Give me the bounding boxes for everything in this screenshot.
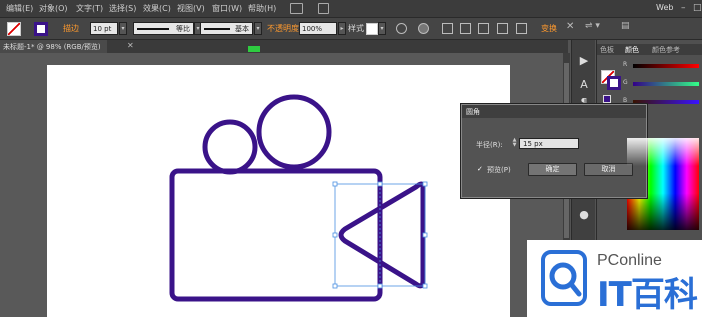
style-swatch[interactable] xyxy=(366,23,378,35)
dialog-title[interactable]: 圆角 xyxy=(462,105,646,118)
ok-button[interactable]: 确定 xyxy=(528,163,577,176)
round-corners-dialog: 圆角 半径(R): ▲ ▼ 15 px ✓ 预览(P) 确定 取消 xyxy=(461,104,647,198)
stroke-swatch[interactable] xyxy=(34,22,48,36)
selection-handle xyxy=(422,232,428,238)
workspace-switcher[interactable]: Web xyxy=(656,3,673,12)
channel-g-label: G xyxy=(623,79,628,86)
selection-handle xyxy=(377,283,383,289)
selection-handle xyxy=(332,232,338,238)
panel-stroke-swatch[interactable] xyxy=(607,76,621,90)
menu-view[interactable]: 视图(V) xyxy=(177,3,205,14)
control-bar: 描边 10 pt ▾ 等比 ▾ 基本 ▾ 不透明度 100% ▸ 样式 ▾ 变换… xyxy=(0,18,702,40)
opacity-dropdown[interactable]: ▸ xyxy=(338,22,346,35)
tab-color-guide[interactable]: 颜色参考 xyxy=(652,45,680,55)
fill-swatch[interactable] xyxy=(7,22,21,36)
cancel-button[interactable]: 取消 xyxy=(584,163,633,176)
radius-stepper[interactable]: ▲ ▼ xyxy=(511,138,518,149)
align-center-icon[interactable] xyxy=(460,23,471,34)
opacity-field[interactable]: 100% xyxy=(299,22,337,35)
transform-label[interactable]: 变换 xyxy=(541,23,557,34)
document-tab-strip: 未标题-1* @ 98% (RGB/预览) ✕ xyxy=(0,40,568,53)
radius-input[interactable]: 15 px xyxy=(519,138,579,149)
channel-r-slider[interactable] xyxy=(633,64,699,68)
recolor-icon[interactable] xyxy=(396,23,407,34)
selection-handle xyxy=(422,283,428,289)
channel-g-slider[interactable] xyxy=(633,82,699,86)
selection-handle xyxy=(422,181,428,187)
menu-bar: 编辑(E) 对象(O) 文字(T) 选择(S) 效果(C) 视图(V) 窗口(W… xyxy=(0,0,702,18)
profile-1-label: 等比 xyxy=(176,25,190,33)
stroke-weight-dropdown[interactable]: ▾ xyxy=(119,22,127,35)
minimize-icon[interactable]: – xyxy=(681,3,686,13)
stroke-weight-field[interactable]: 10 pt xyxy=(90,22,118,35)
menu-type[interactable]: 文字(T) xyxy=(76,3,103,14)
current-color-chip[interactable] xyxy=(603,95,611,103)
selection-handle xyxy=(332,181,338,187)
stroke-label[interactable]: 描边 xyxy=(63,23,79,34)
panel-menu-icon[interactable]: ⇌ ▾ xyxy=(585,21,600,31)
brush-definition[interactable]: 基本 xyxy=(200,22,253,35)
preview-label: 预览(P) xyxy=(487,166,511,174)
selection-handle xyxy=(332,283,338,289)
style-label: 样式 xyxy=(348,24,364,33)
preview-checkbox[interactable]: ✓ xyxy=(477,165,483,173)
selection-handle xyxy=(377,181,383,187)
menu-object[interactable]: 对象(O) xyxy=(39,3,68,14)
align-left-icon[interactable] xyxy=(442,23,453,34)
radius-label: 半径(R): xyxy=(476,141,503,149)
menu-window[interactable]: 窗口(W) xyxy=(212,3,242,14)
menu-help[interactable]: 帮助(H) xyxy=(248,3,276,14)
options-icon[interactable]: ▤ xyxy=(621,21,630,31)
align-middle-icon[interactable] xyxy=(516,23,527,34)
close-tab-icon[interactable]: ✕ xyxy=(127,41,134,50)
small-reel-circle xyxy=(202,119,258,175)
large-reel-circle xyxy=(256,94,332,170)
bridge-icon[interactable] xyxy=(290,3,303,14)
transform-each-icon[interactable]: ✕ xyxy=(566,21,574,32)
style-dropdown[interactable]: ▾ xyxy=(378,22,386,35)
close-icon[interactable]: □ xyxy=(693,3,702,13)
menu-select[interactable]: 选择(S) xyxy=(109,3,136,14)
play-icon[interactable]: ▶ xyxy=(576,54,592,68)
opacity-label[interactable]: 不透明度 xyxy=(267,23,299,34)
align-top-icon[interactable] xyxy=(497,23,508,34)
channel-r-label: R xyxy=(623,61,628,68)
tab-color[interactable]: 颜色 xyxy=(625,45,639,55)
panel-tabs: 色板 颜色 颜色参考 xyxy=(597,44,702,55)
profile-2-label: 基本 xyxy=(235,25,249,33)
align-right-icon[interactable] xyxy=(478,23,489,34)
watermark-name: IT百科 xyxy=(597,275,698,315)
camera-body xyxy=(169,168,383,302)
pconline-logo-icon xyxy=(541,250,587,306)
menu-effect[interactable]: 效果(C) xyxy=(143,3,171,14)
globe-icon[interactable] xyxy=(418,23,429,34)
arrange-documents-icon[interactable] xyxy=(318,3,329,14)
artboard-center-marker xyxy=(248,46,260,52)
tab-swatches[interactable]: 色板 xyxy=(600,45,614,55)
appearance-icon[interactable]: ● xyxy=(576,208,592,222)
character-icon[interactable]: A xyxy=(576,78,592,92)
document-tab[interactable]: 未标题-1* @ 98% (RGB/预览) xyxy=(0,40,107,53)
watermark: PConline IT百科 xyxy=(527,240,702,317)
brush-dropdown[interactable]: ▾ xyxy=(254,22,262,35)
channel-b-label: B xyxy=(623,97,628,104)
variable-width-profile[interactable]: 等比 xyxy=(133,22,194,35)
menu-edit[interactable]: 编辑(E) xyxy=(6,3,33,14)
